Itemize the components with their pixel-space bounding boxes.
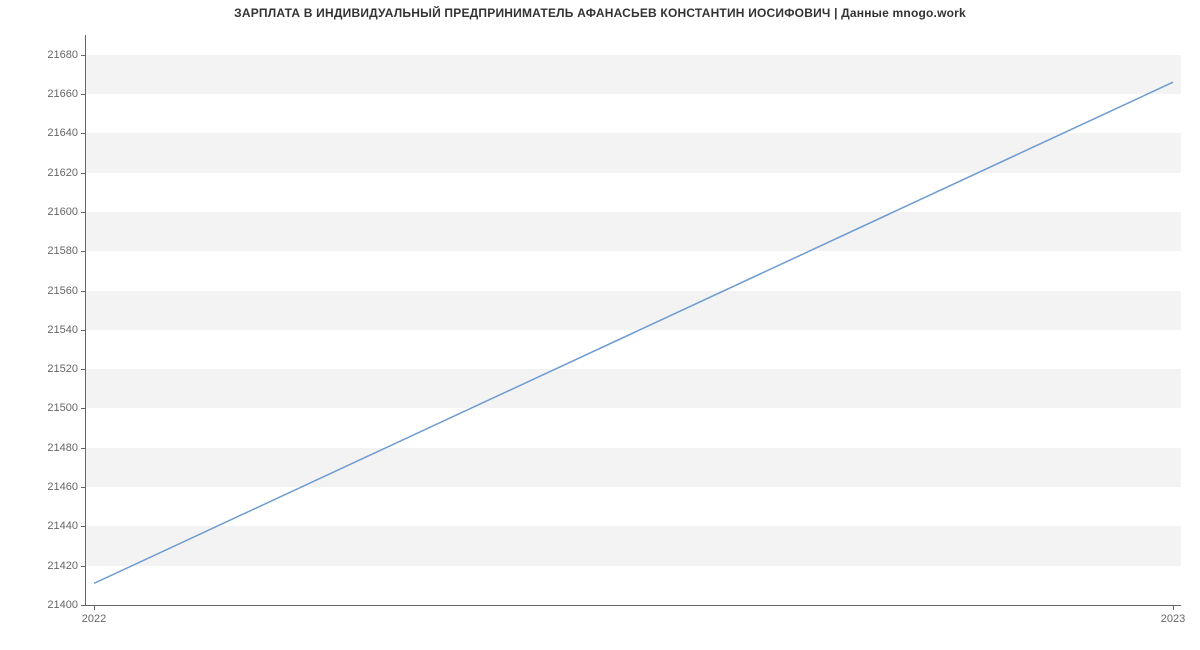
y-tick-label: 21440 [47, 520, 78, 532]
y-tick-label: 21500 [47, 402, 78, 414]
series-line [94, 82, 1173, 583]
x-tick-label: 2022 [82, 613, 106, 625]
y-tick-label: 21480 [47, 442, 78, 454]
chart-title: ЗАРПЛАТА В ИНДИВИДУАЛЬНЫЙ ПРЕДПРИНИМАТЕЛ… [0, 6, 1200, 20]
y-tick-label: 21660 [47, 88, 78, 100]
y-tick-mark [81, 605, 86, 606]
x-tick-mark [1173, 605, 1174, 610]
y-tick-label: 21540 [47, 324, 78, 336]
x-tick-label: 2023 [1161, 613, 1185, 625]
y-tick-label: 21460 [47, 481, 78, 493]
y-tick-label: 21520 [47, 363, 78, 375]
x-tick-mark [94, 605, 95, 610]
y-tick-label: 21680 [47, 49, 78, 61]
y-tick-label: 21620 [47, 167, 78, 179]
y-tick-label: 21420 [47, 560, 78, 572]
y-tick-label: 21600 [47, 206, 78, 218]
y-tick-label: 21640 [47, 127, 78, 139]
y-tick-label: 21580 [47, 245, 78, 257]
y-tick-label: 21400 [47, 599, 78, 611]
line-series [86, 35, 1181, 605]
chart-container: ЗАРПЛАТА В ИНДИВИДУАЛЬНЫЙ ПРЕДПРИНИМАТЕЛ… [0, 0, 1200, 650]
y-tick-label: 21560 [47, 285, 78, 297]
plot-area: 2140021420214402146021480215002152021540… [85, 35, 1181, 606]
